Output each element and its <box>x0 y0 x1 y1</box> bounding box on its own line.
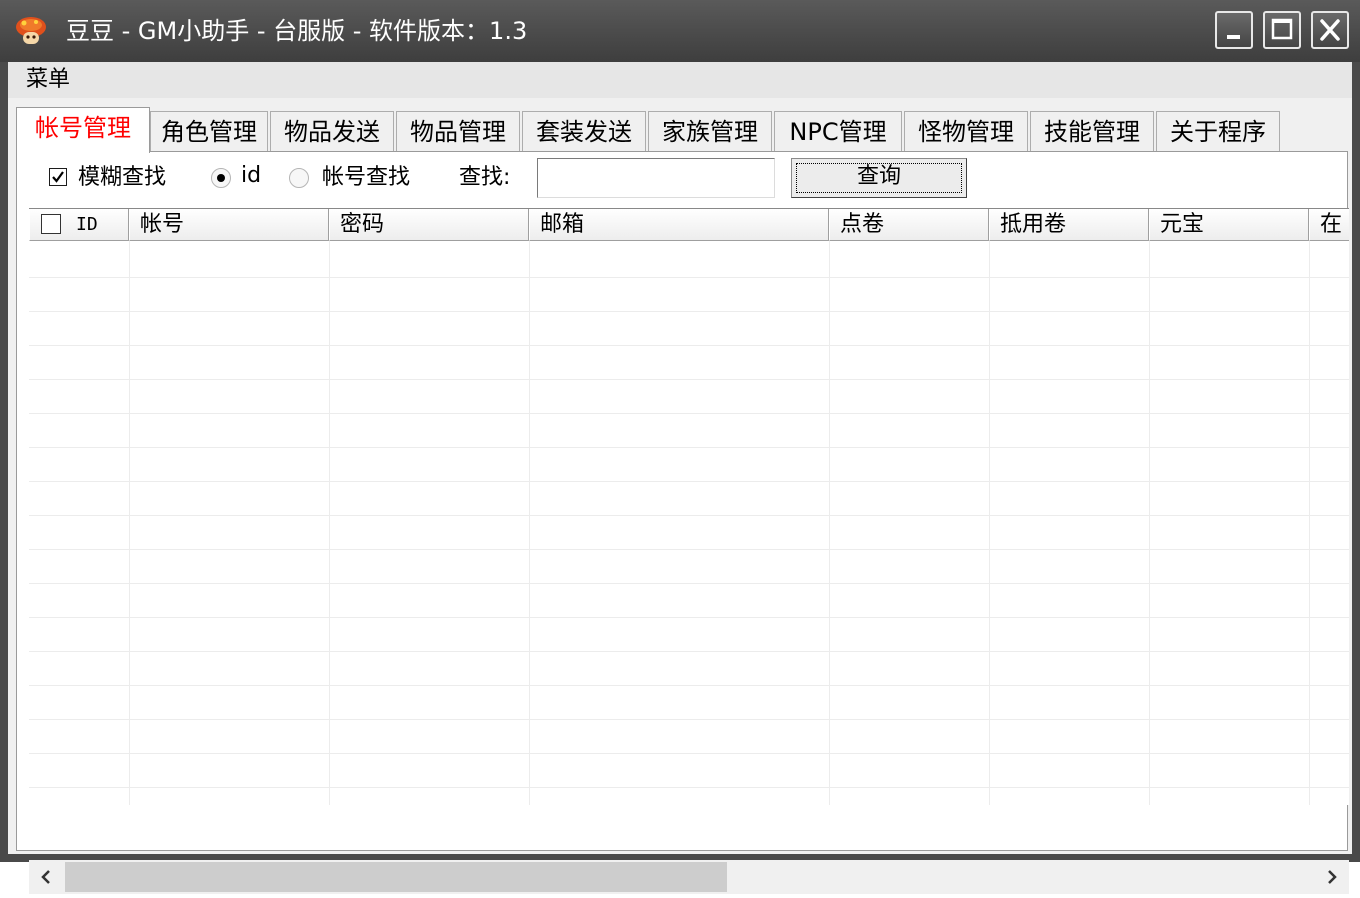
column-header-yuanbao[interactable]: 元宝 <box>1149 209 1309 241</box>
find-label: 查找: <box>459 165 511 190</box>
window-title: 豆豆 - GM小助手 - 台服版 - 软件版本：1.3 <box>66 17 528 45</box>
mushroom-icon <box>14 14 48 48</box>
chevron-left-icon <box>41 870 50 884</box>
menu-bar: 菜单 <box>8 62 1352 98</box>
account-radio[interactable] <box>289 168 309 188</box>
maximize-icon <box>1271 18 1293 40</box>
column-header-email[interactable]: 邮箱 <box>529 209 829 241</box>
horizontal-scrollbar[interactable] <box>29 860 1349 894</box>
select-all-checkbox[interactable] <box>41 214 61 234</box>
tab-item-management[interactable]: 物品管理 <box>396 111 520 151</box>
query-button[interactable]: 查询 <box>791 158 967 198</box>
search-input[interactable] <box>537 158 775 198</box>
menu-item-main[interactable]: 菜单 <box>26 64 70 96</box>
grid-lines <box>29 241 1349 805</box>
column-header-points[interactable]: 点卷 <box>829 209 989 241</box>
radio-selected-dot <box>217 174 225 182</box>
column-header-online[interactable]: 在 <box>1309 209 1349 241</box>
minimize-icon <box>1227 35 1240 39</box>
account-radio-label[interactable]: 帐号查找 <box>322 163 410 193</box>
close-button[interactable] <box>1311 11 1349 49</box>
scroll-right-button[interactable] <box>1315 860 1349 894</box>
id-radio-label[interactable]: id <box>241 161 261 191</box>
chevron-right-icon <box>1328 870 1337 884</box>
id-radio[interactable] <box>211 168 231 188</box>
tab-monster-management[interactable]: 怪物管理 <box>904 111 1028 151</box>
column-header-id-label: ID <box>76 214 98 235</box>
scroll-left-button[interactable] <box>29 860 63 894</box>
client-area: 帐号管理 角色管理 物品发送 物品管理 套装发送 家族管理 NPC管理 怪物管理… <box>8 98 1352 894</box>
fuzzy-search-checkbox[interactable] <box>49 168 67 186</box>
title-bar[interactable]: 豆豆 - GM小助手 - 台服版 - 软件版本：1.3 <box>0 0 1360 62</box>
scroll-thumb[interactable] <box>65 862 727 892</box>
tab-npc-management[interactable]: NPC管理 <box>774 111 902 151</box>
app-window: 豆豆 - GM小助手 - 台服版 - 软件版本：1.3 菜单 帐号管理 角色管理… <box>0 0 1360 894</box>
checkmark-icon <box>52 171 64 183</box>
column-header-voucher[interactable]: 抵用卷 <box>989 209 1149 241</box>
table-body[interactable] <box>29 241 1349 805</box>
tab-set-send[interactable]: 套装发送 <box>522 111 646 151</box>
close-icon <box>1320 19 1340 41</box>
tab-account-management[interactable]: 帐号管理 <box>16 107 150 153</box>
tab-character-management[interactable]: 角色管理 <box>150 111 268 151</box>
maximize-button[interactable] <box>1263 11 1301 49</box>
focus-rectangle <box>796 163 962 193</box>
tab-about[interactable]: 关于程序 <box>1156 111 1280 151</box>
fuzzy-search-label[interactable]: 模糊查找 <box>78 163 166 193</box>
column-header-password[interactable]: 密码 <box>329 209 529 241</box>
account-table[interactable]: ID 帐号 密码 邮箱 点卷 抵用卷 元宝 在 <box>29 208 1349 805</box>
account-panel: 模糊查找 id 帐号查找 查找: 查询 ID 帐号 密码 邮箱 点卷 抵用卷 元… <box>16 151 1349 894</box>
column-header-account[interactable]: 帐号 <box>129 209 329 241</box>
tab-skill-management[interactable]: 技能管理 <box>1030 111 1154 151</box>
tab-family-management[interactable]: 家族管理 <box>648 111 772 151</box>
tab-item-send[interactable]: 物品发送 <box>270 111 394 151</box>
minimize-button[interactable] <box>1215 11 1253 49</box>
